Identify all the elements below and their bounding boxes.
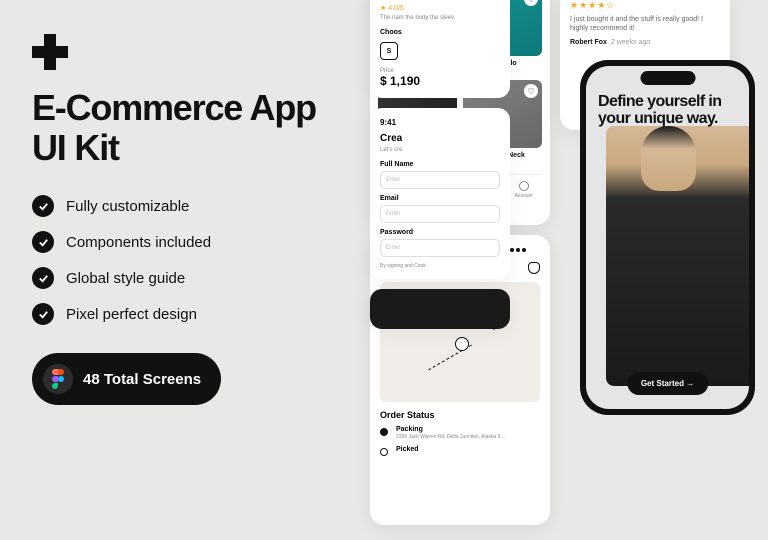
tab-account[interactable]: Account bbox=[515, 181, 533, 199]
get-started-button[interactable]: Get Started → bbox=[627, 372, 708, 395]
hero-slogan: Define yourself in your unique way. bbox=[598, 94, 749, 128]
feature-text: Fully customizable bbox=[66, 198, 189, 215]
signup-panel: 9:41 Crea Let's cre Full Name Enter Emai… bbox=[370, 108, 510, 279]
check-icon bbox=[32, 195, 54, 217]
hero-title: E-Commerce App UI Kit bbox=[32, 88, 352, 167]
dark-panel bbox=[370, 289, 510, 329]
hero-image bbox=[606, 126, 749, 386]
check-icon bbox=[32, 267, 54, 289]
email-field[interactable]: Enter bbox=[380, 205, 500, 223]
check-icon bbox=[32, 303, 54, 325]
choose-label: Choos bbox=[380, 29, 500, 36]
signup-title: Crea bbox=[380, 133, 500, 144]
product-detail-panel: Regul ★ 4.0/5 The nam the body the sleev… bbox=[370, 0, 510, 98]
heart-icon[interactable]: ♡ bbox=[524, 84, 538, 98]
brand-logo bbox=[32, 30, 72, 70]
cta-button[interactable]: 48 Total Screens bbox=[32, 353, 221, 405]
check-icon bbox=[32, 231, 54, 253]
cta-label: 48 Total Screens bbox=[83, 371, 201, 388]
terms-text: By signing and Cook bbox=[380, 263, 500, 270]
review-text: I just bought it and the stuff is really… bbox=[570, 15, 720, 33]
feature-text: Pixel perfect design bbox=[66, 306, 197, 323]
review-author: Robert Fox2 weeks ago bbox=[570, 39, 720, 46]
product-rating: ★ 4.0/5 bbox=[380, 4, 500, 12]
status-icons bbox=[510, 247, 540, 253]
star-rating: ★★★★☆ bbox=[570, 0, 720, 11]
size-option[interactable]: S bbox=[380, 42, 398, 60]
password-field[interactable]: Enter bbox=[380, 239, 500, 257]
feature-text: Components included bbox=[66, 234, 211, 251]
feature-list: Fully customizable Components included G… bbox=[32, 195, 352, 325]
phone-mockup: Define yourself in your unique way. Get … bbox=[580, 60, 755, 415]
product-desc: The nam the body the sleev bbox=[380, 15, 500, 23]
bell-icon[interactable] bbox=[528, 262, 540, 274]
price-value: $ 1,190 bbox=[380, 74, 500, 88]
feature-text: Global style guide bbox=[66, 270, 185, 287]
figma-icon bbox=[43, 364, 73, 394]
status-time: 9:41 bbox=[380, 118, 500, 127]
phone-notch bbox=[640, 71, 695, 85]
fullname-field[interactable]: Enter bbox=[380, 171, 500, 189]
product-title: Regul bbox=[380, 0, 500, 1]
